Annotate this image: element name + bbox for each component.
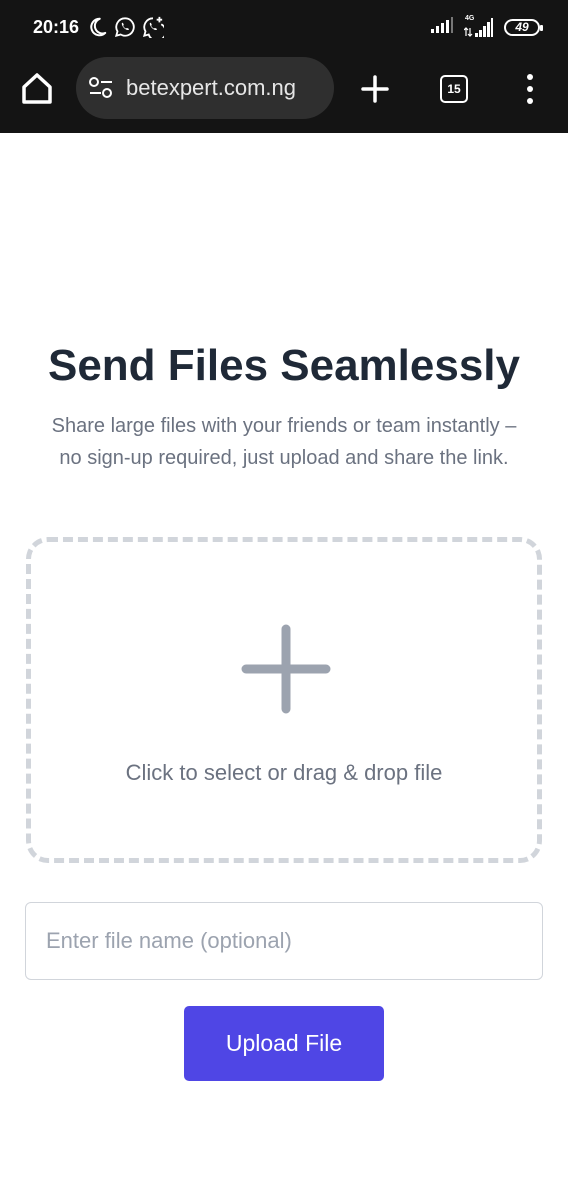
page-title: Send Files Seamlessly (47, 341, 521, 390)
home-icon[interactable] (17, 69, 57, 109)
file-name-input[interactable] (25, 902, 543, 980)
subtitle-line-1: Share large files with your friends or t… (51, 415, 517, 437)
top-bar: 20:16 4G 49 betexpert.com.ng 15 (0, 0, 568, 133)
page-subtitle: Share large files with your friends or t… (20, 410, 548, 474)
new-tab-icon[interactable] (358, 72, 392, 106)
tab-switcher-icon[interactable]: 15 (440, 75, 468, 103)
status-time: 20:16 (33, 17, 80, 37)
site-settings-icon[interactable] (88, 76, 114, 100)
status-system-icons: 4G 49 (430, 15, 543, 39)
battery-icon: 49 (504, 18, 543, 36)
signal-4g-icon: 4G (464, 15, 494, 39)
address-bar[interactable]: betexpert.com.ng (76, 57, 334, 119)
status-bar: 20:16 4G 49 (0, 0, 568, 54)
browser-toolbar: betexpert.com.ng 15 (0, 54, 568, 133)
subtitle-line-2: no sign-up required, just upload and sha… (59, 447, 509, 469)
status-notification-icons (86, 15, 164, 39)
file-dropzone[interactable]: Click to select or drag & drop file (26, 537, 542, 863)
url-text[interactable]: betexpert.com.ng (126, 75, 326, 101)
whatsapp-business-icon (142, 16, 164, 38)
plus-icon (238, 621, 334, 717)
dropzone-text: Click to select or drag & drop file (125, 760, 443, 785)
whatsapp-icon (114, 16, 136, 38)
upload-file-button[interactable]: Upload File (184, 1006, 384, 1081)
signal-icon (430, 16, 454, 39)
moon-icon (86, 16, 108, 38)
more-menu-icon[interactable] (520, 72, 540, 106)
